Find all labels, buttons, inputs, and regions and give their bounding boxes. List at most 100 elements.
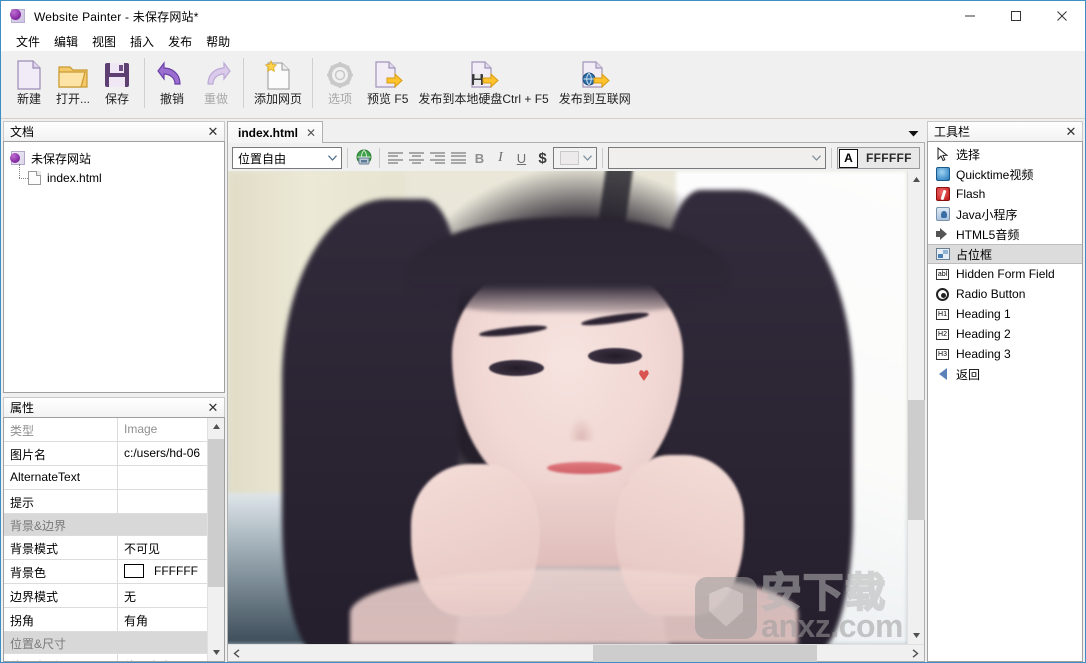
color-select[interactable] xyxy=(553,147,597,169)
tool-item-placeholder[interactable]: 占位框 xyxy=(928,244,1082,264)
italic-button[interactable]: I xyxy=(490,148,511,169)
menu-view[interactable]: 视图 xyxy=(85,31,123,52)
tool-item-flash[interactable]: Flash xyxy=(928,184,1082,204)
tab-close-icon[interactable]: ✕ xyxy=(306,126,316,140)
property-row-alternate-text[interactable]: AlternateText xyxy=(4,466,207,490)
property-key: 背景色 xyxy=(4,560,118,583)
tool-item-quicktime[interactable]: Quicktime视频 xyxy=(928,164,1082,184)
menu-publish[interactable]: 发布 xyxy=(161,31,199,52)
toolbar-publish-disk-button[interactable]: 发布到本地硬盘Ctrl + F5 xyxy=(413,54,553,116)
toolbar-redo-button[interactable]: 重做 xyxy=(194,54,238,116)
menu-help[interactable]: 帮助 xyxy=(199,31,237,52)
tree-item-index-html[interactable]: index.html xyxy=(10,164,224,188)
canvas-horizontal-scrollbar[interactable] xyxy=(228,644,924,662)
format-separator xyxy=(379,148,380,168)
align-left-button[interactable] xyxy=(385,148,406,169)
format-separator xyxy=(831,148,832,168)
chevron-down-icon[interactable] xyxy=(907,127,919,139)
scroll-right-icon[interactable] xyxy=(907,645,924,662)
format-separator xyxy=(347,148,348,168)
menu-file[interactable]: 文件 xyxy=(9,31,47,52)
align-right-button[interactable] xyxy=(427,148,448,169)
toolbar-open-button[interactable]: 打开... xyxy=(51,54,95,116)
properties-scroll-track[interactable] xyxy=(207,435,224,644)
tool-item-hidden-form-field[interactable]: abl Hidden Form Field xyxy=(928,264,1082,284)
position-select[interactable]: 位置自由 xyxy=(232,147,342,169)
align-center-button[interactable] xyxy=(406,148,427,169)
tool-item-radio-button[interactable]: Radio Button xyxy=(928,284,1082,304)
toolbar-add-page-button[interactable]: 添加网页 xyxy=(249,54,307,116)
scroll-up-icon[interactable] xyxy=(208,418,225,435)
minimize-button[interactable] xyxy=(947,1,993,31)
properties-panel-close-icon[interactable]: ✕ xyxy=(206,401,220,415)
insert-link-globe-icon[interactable] xyxy=(353,148,374,169)
preview-icon xyxy=(372,58,404,92)
canvas-hscroll-track[interactable] xyxy=(245,644,907,662)
documents-panel-close-icon[interactable]: ✕ xyxy=(206,125,220,139)
maximize-button[interactable] xyxy=(993,1,1039,31)
toolbar-preview-button[interactable]: 预览 F5 xyxy=(362,54,413,116)
font-select[interactable] xyxy=(608,147,826,169)
toolbar-publish-disk-label: 发布到本地硬盘Ctrl + F5 xyxy=(418,92,549,106)
scroll-up-icon[interactable] xyxy=(908,171,925,188)
bold-button[interactable]: B xyxy=(469,148,490,169)
tool-item-heading-3[interactable]: H3 Heading 3 xyxy=(928,344,1082,364)
toolbar-undo-button[interactable]: 撤销 xyxy=(150,54,194,116)
toolbar-publish-web-button[interactable]: 发布到互联网 xyxy=(554,54,636,116)
color-swatch[interactable] xyxy=(124,564,144,578)
tab-label: index.html xyxy=(238,125,299,140)
toolbar-undo-label: 撤销 xyxy=(160,92,185,106)
scroll-down-icon[interactable] xyxy=(908,627,925,644)
canvas-vertical-scrollbar[interactable] xyxy=(907,171,925,644)
property-value: Image xyxy=(124,422,158,436)
close-button[interactable] xyxy=(1039,1,1085,31)
property-row-border-mode[interactable]: 边界模式 无 xyxy=(4,584,207,608)
chevron-down-icon[interactable] xyxy=(324,148,341,168)
property-key: 边界模式 xyxy=(4,584,118,607)
canvas-hscroll-thumb[interactable] xyxy=(593,644,817,662)
tool-item-back[interactable]: 返回 xyxy=(928,364,1082,384)
canvas-stage[interactable]: 安下载 anxz.com xyxy=(228,171,907,644)
tool-item-html5-audio[interactable]: HTML5音频 xyxy=(928,224,1082,244)
underline-button[interactable]: U xyxy=(511,148,532,169)
menu-edit[interactable]: 编辑 xyxy=(47,31,85,52)
tab-index-html[interactable]: index.html ✕ xyxy=(227,121,324,143)
tool-item-select[interactable]: 选择 xyxy=(928,144,1082,164)
property-row-tooltip[interactable]: 提示 xyxy=(4,490,207,514)
properties-scrollbar[interactable] xyxy=(207,418,224,661)
tools-panel-close-icon[interactable]: ✕ xyxy=(1064,125,1078,139)
tool-item-heading-2[interactable]: H2 Heading 2 xyxy=(928,324,1082,344)
new-page-icon xyxy=(14,58,44,92)
main-body: 文档 ✕ 未保存网站 index.html 属性 ✕ 类型 Image 图片名 … xyxy=(1,119,1085,662)
chevron-down-icon[interactable] xyxy=(579,148,596,168)
property-row-image-name[interactable]: 图片名 c:/users/hd-06 xyxy=(4,442,207,466)
property-row-corner[interactable]: 拐角 有角 xyxy=(4,608,207,632)
currency-button[interactable]: $ xyxy=(532,148,553,169)
canvas-scroll-track[interactable] xyxy=(907,188,925,627)
tool-item-java-applet[interactable]: Java小程序 xyxy=(928,204,1082,224)
toolbar-new-button[interactable]: 新建 xyxy=(7,54,51,116)
girl-portrait-photo[interactable] xyxy=(228,171,907,644)
scroll-down-icon[interactable] xyxy=(208,644,225,661)
html-file-icon xyxy=(28,170,41,186)
align-justify-button[interactable] xyxy=(448,148,469,169)
tools-panel-title: 工具栏 xyxy=(934,125,971,139)
add-page-icon xyxy=(263,58,293,92)
property-row-background-color[interactable]: 背景色 FFFFFF xyxy=(4,560,207,584)
property-row-background-mode[interactable]: 背景模式 不可见 xyxy=(4,536,207,560)
menu-insert[interactable]: 插入 xyxy=(123,31,161,52)
tree-item-website[interactable]: 未保存网站 xyxy=(10,148,224,168)
canvas-scroll-thumb[interactable] xyxy=(907,400,925,520)
font-color-button[interactable]: A FFFFFF xyxy=(837,147,920,169)
properties-scroll-thumb[interactable] xyxy=(207,439,224,587)
tool-item-heading-1[interactable]: H1 Heading 1 xyxy=(928,304,1082,324)
property-key: 背景模式 xyxy=(4,536,118,559)
chevron-down-icon[interactable] xyxy=(808,148,825,168)
toolbar-save-button[interactable]: 保存 xyxy=(95,54,139,116)
property-row-type[interactable]: 类型 Image xyxy=(4,418,207,442)
toolbar-separator xyxy=(243,58,245,108)
scroll-left-icon[interactable] xyxy=(228,645,245,662)
toolbar-options-button[interactable]: 选项 xyxy=(318,54,362,116)
h1-badge-icon: H1 xyxy=(936,308,949,320)
property-row-position-type[interactable]: 位置类型 位置自由 xyxy=(4,654,207,661)
